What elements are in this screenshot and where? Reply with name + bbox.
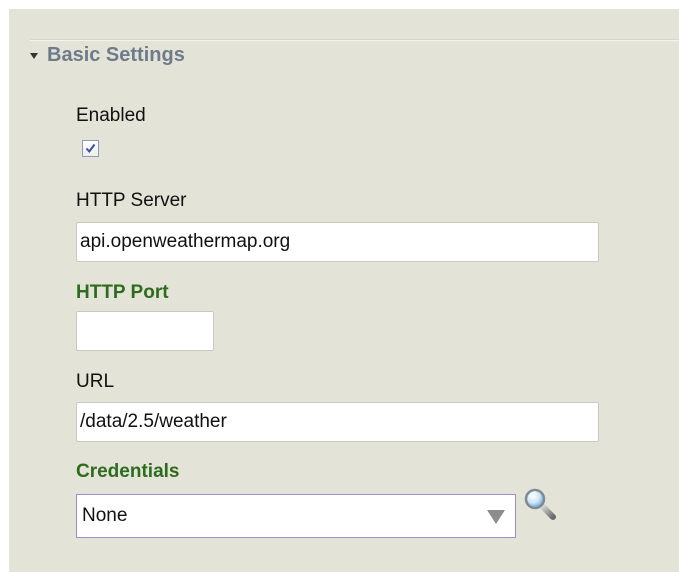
- credentials-select[interactable]: None: [76, 494, 516, 538]
- magnifier-icon[interactable]: [522, 486, 558, 522]
- http-port-input[interactable]: [76, 311, 214, 351]
- http-server-label: HTTP Server: [76, 190, 187, 211]
- checkmark-icon: [85, 143, 96, 154]
- caret-down-icon: [30, 53, 38, 59]
- section-title: Basic Settings: [47, 43, 185, 66]
- http-port-label: HTTP Port: [76, 282, 169, 303]
- enabled-checkbox[interactable]: [82, 140, 99, 157]
- enabled-label: Enabled: [76, 105, 146, 126]
- triangle-down-icon: [487, 510, 505, 524]
- basic-settings-toggle[interactable]: Basic Settings: [30, 40, 185, 70]
- http-server-input[interactable]: api.openweathermap.org: [76, 222, 599, 262]
- credentials-label: Credentials: [76, 461, 180, 482]
- url-input[interactable]: /data/2.5/weather: [76, 402, 599, 442]
- credentials-selected-value: None: [82, 505, 128, 526]
- url-label: URL: [76, 371, 115, 392]
